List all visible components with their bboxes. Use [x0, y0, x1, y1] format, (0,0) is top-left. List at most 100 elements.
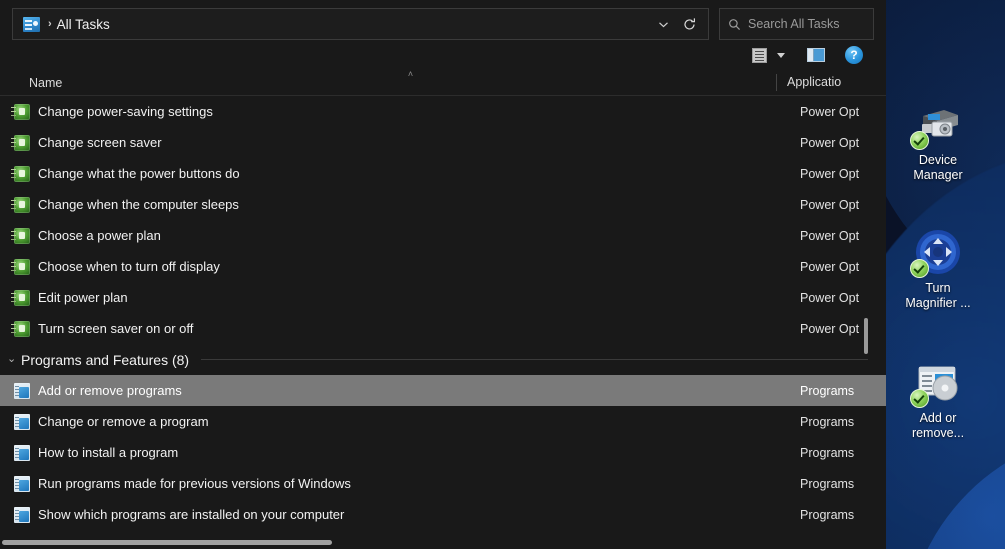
magnifier-icon [910, 228, 962, 278]
desktop-icon-add-or-remove[interactable]: Add or remove... [890, 358, 986, 441]
task-list-row[interactable]: Add or remove programs Programs [0, 375, 886, 406]
search-box[interactable]: Search All Tasks [719, 8, 874, 40]
shortcut-badge-icon [910, 389, 929, 408]
sort-ascending-icon: ˄ [407, 69, 414, 79]
task-name: Show which programs are installed on you… [38, 507, 345, 522]
task-application: Power Opt [800, 135, 860, 150]
task-application: Programs [800, 476, 855, 491]
view-options-button[interactable] [749, 43, 770, 67]
task-application: Power Opt [800, 197, 860, 212]
search-icon [729, 18, 741, 30]
view-list-icon [752, 47, 767, 63]
task-name: Choose a power plan [38, 228, 161, 243]
programs-icon [14, 444, 30, 461]
desktop-icon-device-manager[interactable]: Device Manager [890, 100, 986, 183]
power-options-icon [11, 258, 30, 275]
task-application: Power Opt [800, 290, 860, 305]
task-list-row[interactable]: Change what the power buttons do Power Op… [0, 158, 886, 189]
desktop-icon-label: Add or [919, 411, 957, 425]
search-placeholder: Search All Tasks [748, 17, 840, 31]
preview-pane-icon [807, 48, 825, 62]
shortcut-badge-icon [910, 131, 929, 150]
power-options-icon [11, 289, 30, 306]
address-bar-row: › All Tasks Search All Tasks [0, 8, 886, 40]
power-options-icon [11, 103, 30, 120]
task-list-rows: Change power-saving settings Power Opt Cha… [0, 96, 886, 530]
view-dropdown-button[interactable] [774, 43, 788, 67]
power-options-icon [11, 320, 30, 337]
shortcut-badge-icon [910, 259, 929, 278]
task-list-row[interactable]: Change screen saver Power Opt [0, 127, 886, 158]
task-name: Change or remove a program [38, 414, 209, 429]
address-bar[interactable]: › All Tasks [12, 8, 709, 40]
task-application: Programs [800, 383, 855, 398]
power-options-icon [11, 227, 30, 244]
task-list-row[interactable]: How to install a program Programs [0, 437, 886, 468]
programs-icon [14, 475, 30, 492]
desktop-icon-label: Turn [925, 281, 951, 295]
task-list-row[interactable]: Choose a power plan Power Opt [0, 220, 886, 251]
history-dropdown-button[interactable] [650, 10, 676, 38]
task-application: Power Opt [800, 228, 860, 243]
task-list-row[interactable]: Change or remove a program Programs [0, 406, 886, 437]
column-header-application[interactable]: Applicatio [776, 74, 841, 91]
task-list-row[interactable]: Show which programs are installed on you… [0, 499, 886, 530]
file-explorer-window: › All Tasks Search All Tasks ? Name Appl… [0, 0, 886, 549]
device-manager-icon [910, 100, 962, 150]
task-list-row[interactable]: Turn screen saver on or off Power Opt [0, 313, 886, 344]
task-list-row[interactable]: Change power-saving settings Power Opt [0, 96, 886, 127]
task-name: Run programs made for previous versions … [38, 476, 351, 491]
breadcrumb-separator-icon: › [48, 18, 52, 30]
task-name: Change when the computer sleeps [38, 197, 239, 212]
horizontal-scrollbar[interactable] [0, 537, 886, 549]
task-name: Change screen saver [38, 135, 162, 150]
desktop-icon-label: Device [918, 153, 958, 167]
task-application: Power Opt [800, 104, 860, 119]
task-list-row[interactable]: Edit power plan Power Opt [0, 282, 886, 313]
caret-down-icon [777, 52, 785, 58]
programs-icon [14, 506, 30, 523]
add-remove-programs-icon [910, 358, 962, 408]
task-list-row[interactable]: Choose when to turn off display Power Opt [0, 251, 886, 282]
task-name: Add or remove programs [38, 383, 182, 398]
column-header-name[interactable]: Name [0, 76, 776, 90]
desktop-icon-label: remove... [911, 426, 965, 440]
horizontal-scrollbar-thumb[interactable] [2, 540, 332, 545]
task-application: Power Opt [800, 321, 860, 336]
toolbar: ? [0, 40, 886, 70]
refresh-button[interactable] [676, 10, 702, 38]
task-name: How to install a program [38, 445, 179, 460]
group-divider [201, 359, 868, 360]
help-icon: ? [845, 46, 863, 64]
power-options-icon [11, 165, 30, 182]
help-button[interactable]: ? [842, 43, 866, 67]
task-name: Change what the power buttons do [38, 166, 240, 181]
desktop-icon-label: Manager [913, 168, 963, 182]
control-panel-icon [23, 16, 40, 32]
task-application: Programs [800, 414, 855, 429]
breadcrumb-path-label[interactable]: All Tasks [57, 17, 110, 32]
task-application: Programs [800, 507, 855, 522]
task-group-header[interactable]: ⌄ Programs and Features (8) [0, 344, 886, 375]
task-application: Programs [800, 445, 855, 460]
programs-icon [14, 413, 30, 430]
task-name: Turn screen saver on or off [38, 321, 194, 336]
group-collapse-icon[interactable]: ⌄ [7, 354, 21, 365]
power-options-icon [11, 134, 30, 151]
task-application: Power Opt [800, 259, 860, 274]
task-name: Change power-saving settings [38, 104, 213, 119]
preview-pane-button[interactable] [804, 43, 828, 67]
vertical-scrollbar-thumb[interactable] [864, 318, 868, 354]
task-name: Edit power plan [38, 290, 128, 305]
vertical-scrollbar[interactable] [864, 96, 868, 533]
title-bar [0, 0, 886, 8]
desktop-icon-label: Magnifier ... [905, 296, 971, 310]
desktop-icon-turn-magnifier[interactable]: Turn Magnifier ... [890, 228, 986, 311]
task-list[interactable]: Change power-saving settings Power Opt Cha… [0, 96, 886, 533]
task-application: Power Opt [800, 166, 860, 181]
task-list-row[interactable]: Change when the computer sleeps Power Opt [0, 189, 886, 220]
task-name: Choose when to turn off display [38, 259, 220, 274]
group-title: Programs and Features (8) [21, 351, 190, 368]
task-list-row[interactable]: Run programs made for previous versions … [0, 468, 886, 499]
screen: Device Manager Turn Magnifier ... Add or… [0, 0, 1005, 549]
